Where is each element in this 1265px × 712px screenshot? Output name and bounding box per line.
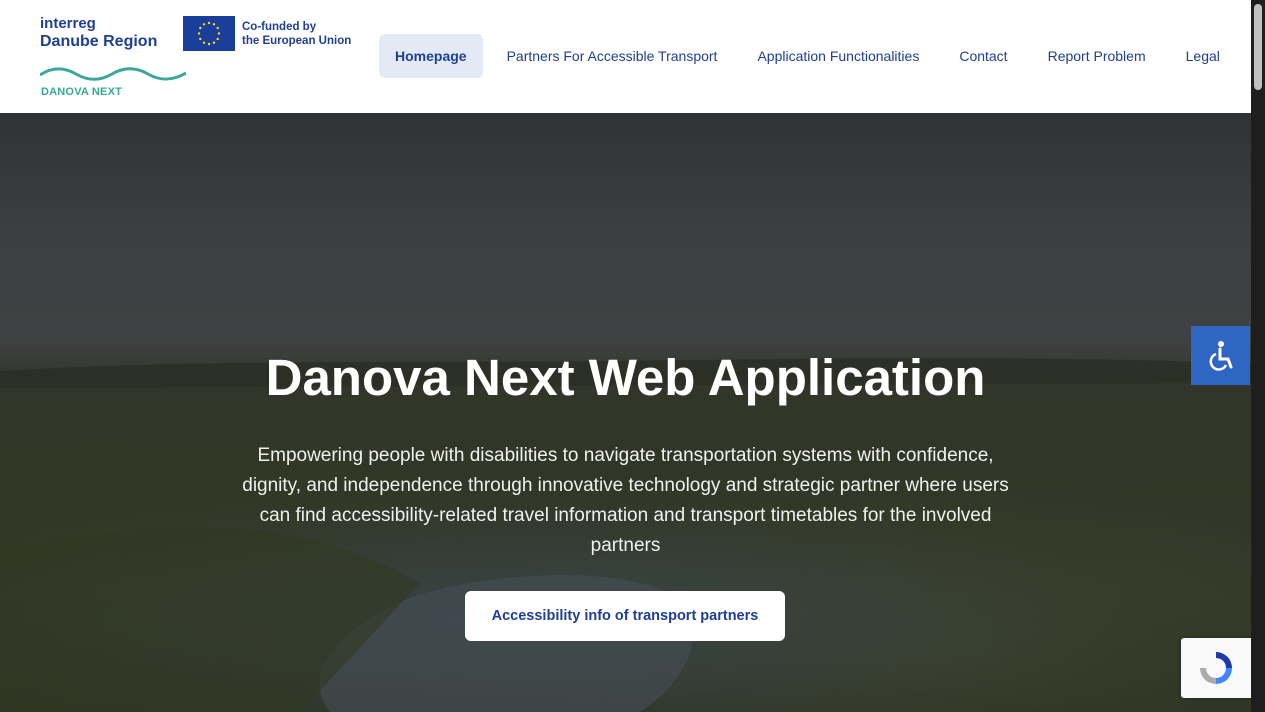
nav-homepage[interactable]: Homepage: [379, 34, 483, 78]
danube-region-logo-text: Danube Region: [40, 33, 158, 50]
nav-partners[interactable]: Partners For Accessible Transport: [507, 34, 718, 78]
main-nav: Homepage Partners For Accessible Transpo…: [379, 34, 1220, 78]
nav-report-problem[interactable]: Report Problem: [1048, 34, 1146, 78]
hero-section: Danova Next Web Application Empowering p…: [0, 113, 1251, 712]
nav-legal[interactable]: Legal: [1186, 34, 1220, 78]
wave-logo-icon: [40, 67, 186, 81]
eu-text-line2: the European Union: [242, 35, 352, 47]
eu-flag-icon: [183, 16, 235, 51]
eu-cofunded-text: Co-funded by the European Union: [242, 20, 351, 48]
nav-contact[interactable]: Contact: [959, 34, 1007, 78]
site-header: interreg Danube Region Co-funded by the …: [0, 0, 1251, 113]
hero-subtitle: Empowering people with disabilities to n…: [242, 445, 1009, 556]
nav-application-functionalities[interactable]: Application Functionalities: [757, 34, 919, 78]
wheelchair-icon: [1209, 340, 1232, 371]
accessibility-info-button[interactable]: Accessibility info of transport partners: [465, 591, 785, 641]
recaptcha-icon: [1200, 652, 1232, 684]
accessibility-widget-button[interactable]: [1191, 326, 1250, 385]
danova-next-logo-text: DANOVA NEXT: [41, 86, 123, 98]
hero-title: Danova Next Web Application: [265, 349, 986, 406]
eu-text-line1: Co-funded by: [242, 21, 317, 33]
page-scrollbar[interactable]: [1251, 0, 1265, 712]
recaptcha-badge[interactable]: [1181, 638, 1251, 698]
scrollbar-thumb[interactable]: [1254, 4, 1262, 90]
interreg-logo-text: interreg: [40, 15, 96, 32]
